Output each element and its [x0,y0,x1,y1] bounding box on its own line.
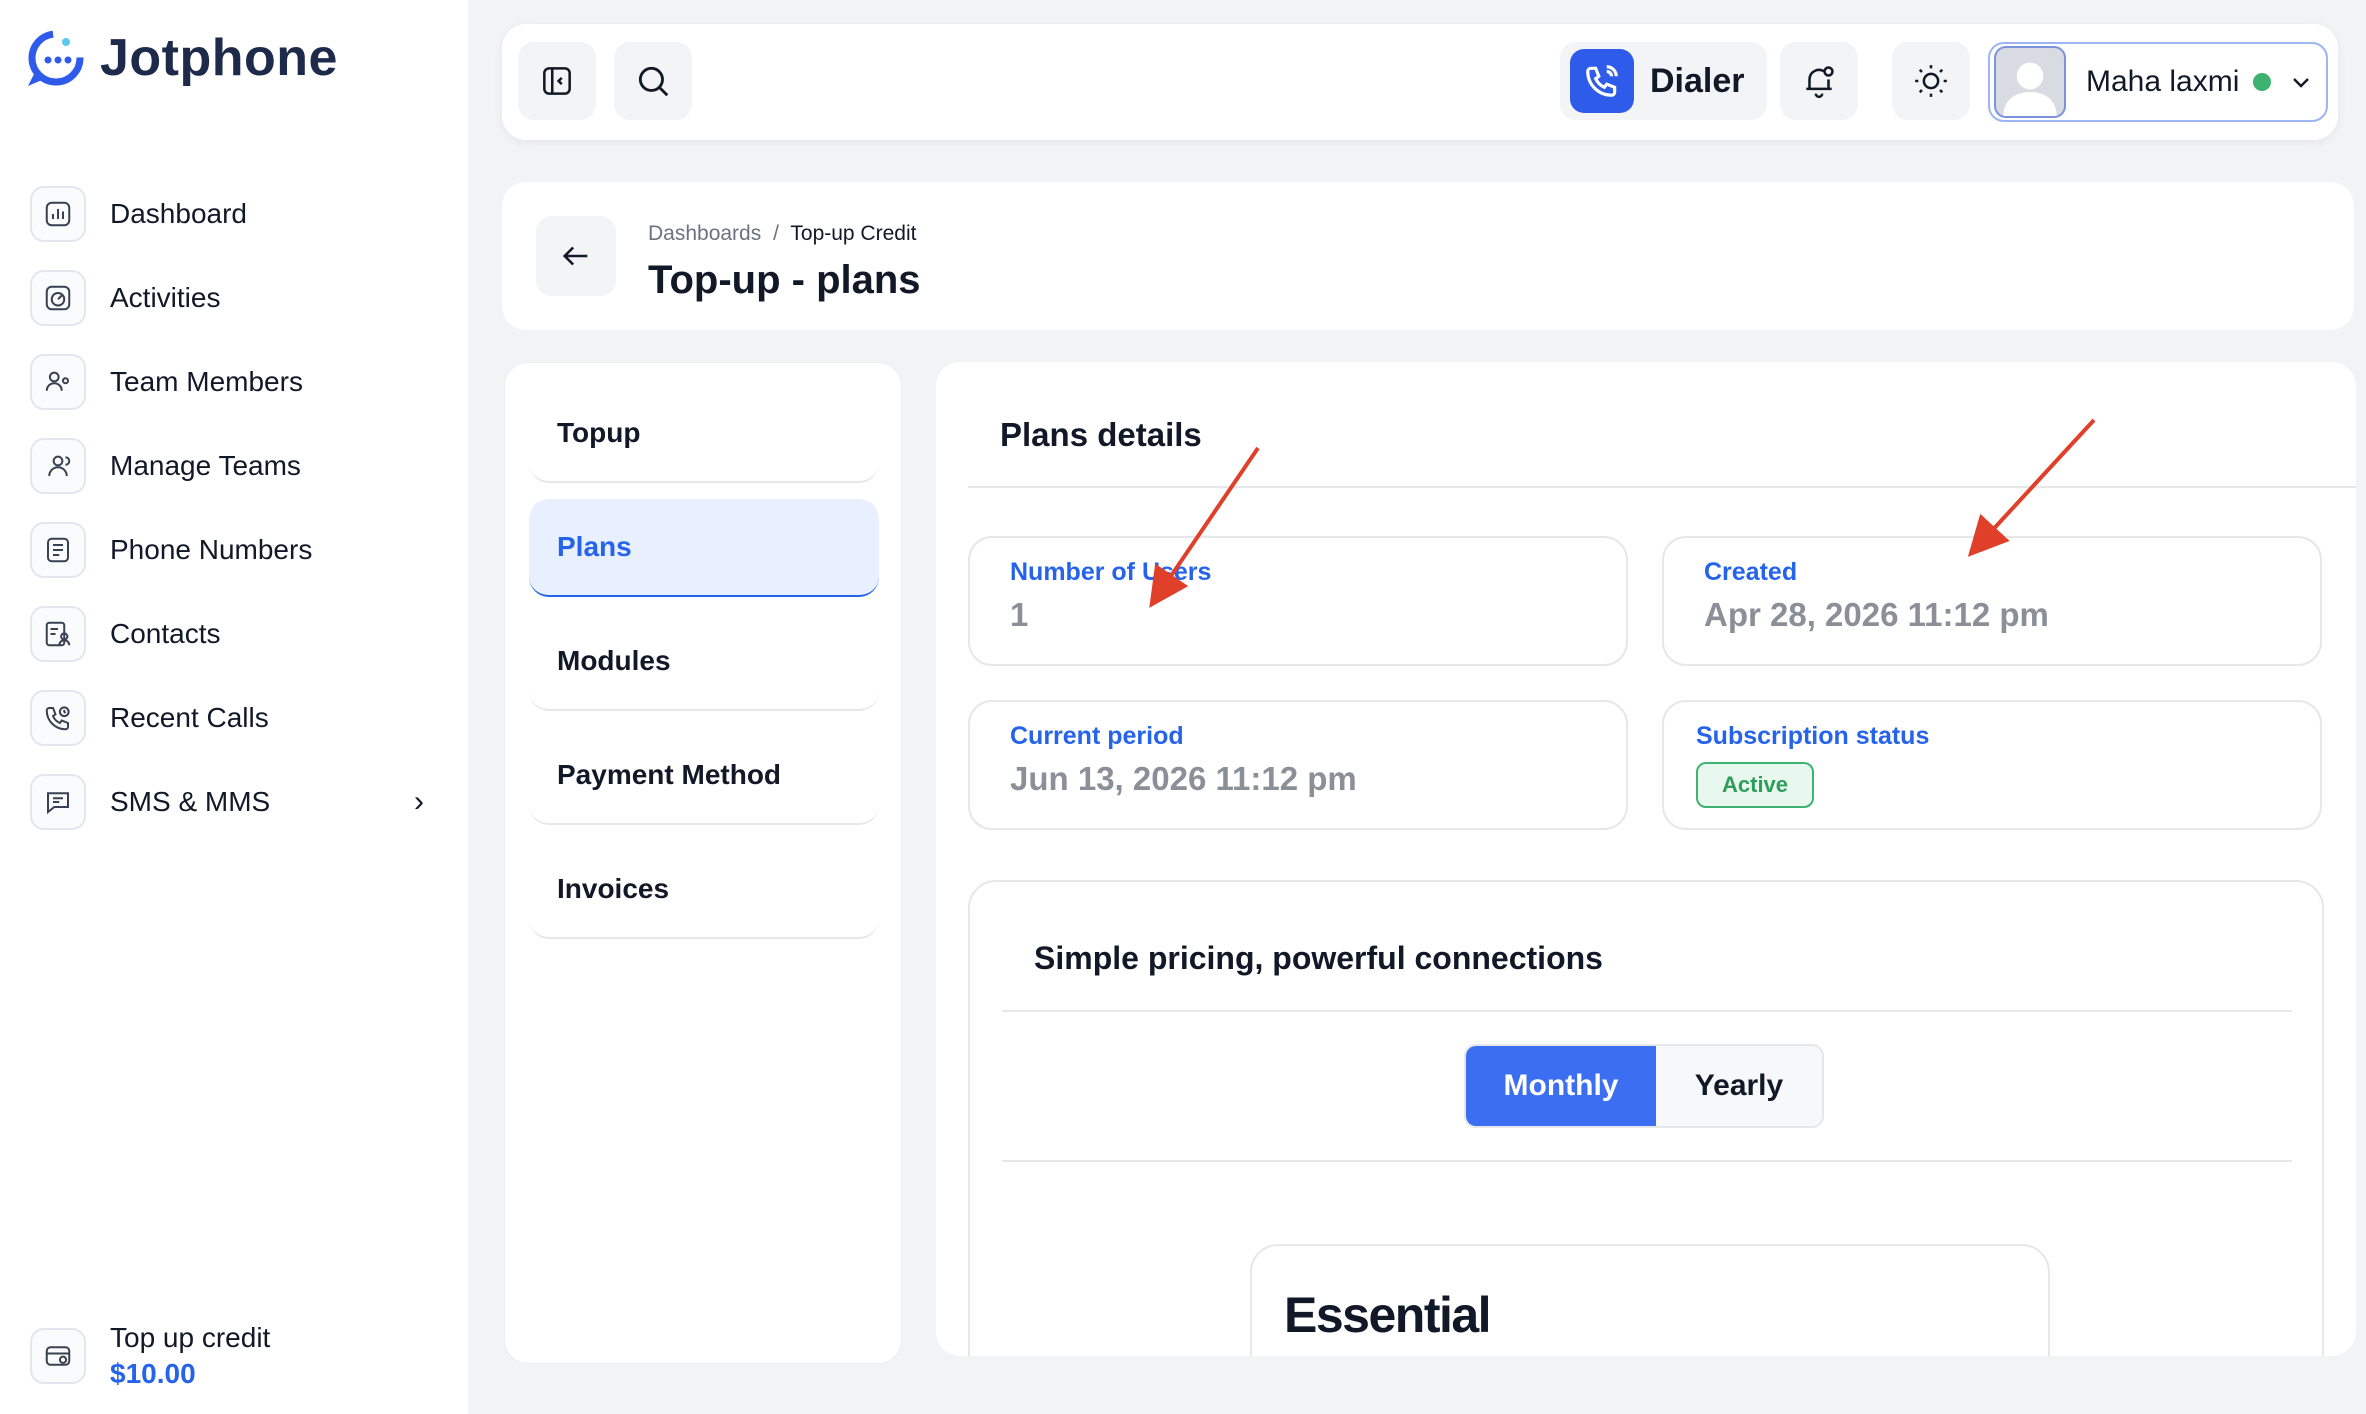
dialer-label: Dialer [1650,61,1745,100]
topup-amount: $10.00 [110,1358,196,1389]
sidebar-item-label: SMS & MMS [110,786,271,817]
sidebar-item-label: Recent Calls [110,702,269,733]
sidebar: Jotphone Dashboard Activities Team Membe… [0,0,468,1414]
brand-logo[interactable]: Jotphone [22,26,338,90]
chevron-down-icon[interactable] [2289,70,2313,94]
online-status-dot [2253,73,2272,91]
pricing-section: Simple pricing, powerful connections Mon… [968,880,2324,1356]
avatar [1994,46,2066,118]
sidebar-item-label: Team Members [110,366,303,397]
chevron-right-icon[interactable]: › [414,785,424,819]
pricing-title: Simple pricing, powerful connections [1034,940,1603,976]
search-button[interactable] [614,42,692,120]
users-icon [30,438,86,494]
sidebar-item-manage-teams[interactable]: Manage Teams [30,424,440,508]
topup-text: Top up credit $10.00 [110,1322,270,1390]
plan-name: Essential [1284,1287,1492,1343]
tab-modules[interactable]: Modules [529,613,879,711]
breadcrumb-separator: / [773,222,779,245]
topup-title: Top up credit [110,1322,271,1353]
sidebar-nav: Dashboard Activities Team Members Manage… [30,172,440,844]
created-label: Created [1704,558,1798,586]
dialer-button[interactable]: Dialer [1560,42,1767,120]
sidebar-item-label: Phone Numbers [110,534,313,565]
period-value: Jun 13, 2026 11:12 pm [1010,760,1357,797]
collapse-sidebar-button[interactable] [518,42,596,120]
plans-details-panel: Plans details Number of Users 1 Created … [936,362,2356,1356]
users-label: Number of Users [1010,558,1212,586]
yearly-option[interactable]: Yearly [1656,1046,1822,1126]
jotphone-logo-icon [28,30,84,86]
phone-recent-icon [30,690,86,746]
sidebar-item-recent-calls[interactable]: Recent Calls [30,676,440,760]
list-icon [30,522,86,578]
theme-toggle-button[interactable] [1892,42,1970,120]
sidebar-item-contacts[interactable]: Contacts [30,592,440,676]
sidebar-item-activities[interactable]: Activities [30,256,440,340]
back-button[interactable] [536,216,616,296]
topup-credit-widget[interactable]: Top up credit $10.00 [30,1322,270,1390]
gauge-icon [30,270,86,326]
users-value: 1 [1010,596,1029,633]
notifications-button[interactable] [1780,42,1858,120]
phone-icon [1570,49,1634,113]
top-header: Dialer Maha laxmi [502,24,2338,140]
credit-card-icon [30,1328,86,1384]
status-badge: Active [1696,762,1815,808]
page-title: Top-up - plans [648,258,921,302]
user-menu[interactable]: Maha laxmi [1988,42,2328,122]
sidebar-item-sms-mms[interactable]: SMS & MMS › [30,760,440,844]
breadcrumb-root[interactable]: Dashboards [648,222,761,245]
divider [1002,1010,2292,1012]
breadcrumb-current: Top-up Credit [790,222,917,245]
message-icon [30,774,86,830]
tab-payment-method[interactable]: Payment Method [529,727,879,825]
status-label: Subscription status [1696,722,1930,750]
period-label: Current period [1010,722,1184,750]
sidebar-item-label: Contacts [110,618,221,649]
created-value: Apr 28, 2026 11:12 pm [1704,596,2049,633]
tab-topup[interactable]: Topup [529,385,879,483]
bell-icon [1806,66,1834,99]
users-card: Number of Users 1 [968,536,1628,666]
sidebar-item-label: Activities [110,282,221,313]
user-name: Maha laxmi [2086,65,2240,98]
monthly-option[interactable]: Monthly [1466,1046,1656,1126]
user-avatar-icon [2003,62,2057,116]
user-gear-icon [30,354,86,410]
subscription-status-card: Subscription status Active [1662,700,2322,830]
chart-icon [30,186,86,242]
page-header-card: Dashboards / Top-up Credit Top-up - plan… [502,182,2354,330]
section-title: Plans details [1000,416,1202,453]
sidebar-item-phone-numbers[interactable]: Phone Numbers [30,508,440,592]
search-icon [638,66,669,97]
sidebar-item-dashboard[interactable]: Dashboard [30,172,440,256]
sidebar-item-label: Manage Teams [110,450,301,481]
created-card: Created Apr 28, 2026 11:12 pm [1662,536,2322,666]
tab-plans[interactable]: Plans [529,499,879,597]
sidebar-item-team-members[interactable]: Team Members [30,340,440,424]
billing-period-toggle: Monthly Yearly [1464,1044,1824,1128]
brand-name: Jotphone [100,29,338,87]
sidebar-toggle-icon [543,67,571,95]
breadcrumb: Dashboards / Top-up Credit [648,222,916,246]
sidebar-item-label: Dashboard [110,198,247,229]
contact-card-icon [30,606,86,662]
topup-tabs-panel: Topup Plans Modules Payment Method Invoi… [504,362,902,1364]
tab-invoices[interactable]: Invoices [529,841,879,939]
current-period-card: Current period Jun 13, 2026 11:12 pm [968,700,1628,830]
sun-icon [1915,65,1947,97]
plan-card-essential[interactable]: Essential [1250,1244,2050,1356]
arrow-left-icon [562,246,588,266]
divider [968,486,2356,488]
divider [1002,1160,2292,1162]
